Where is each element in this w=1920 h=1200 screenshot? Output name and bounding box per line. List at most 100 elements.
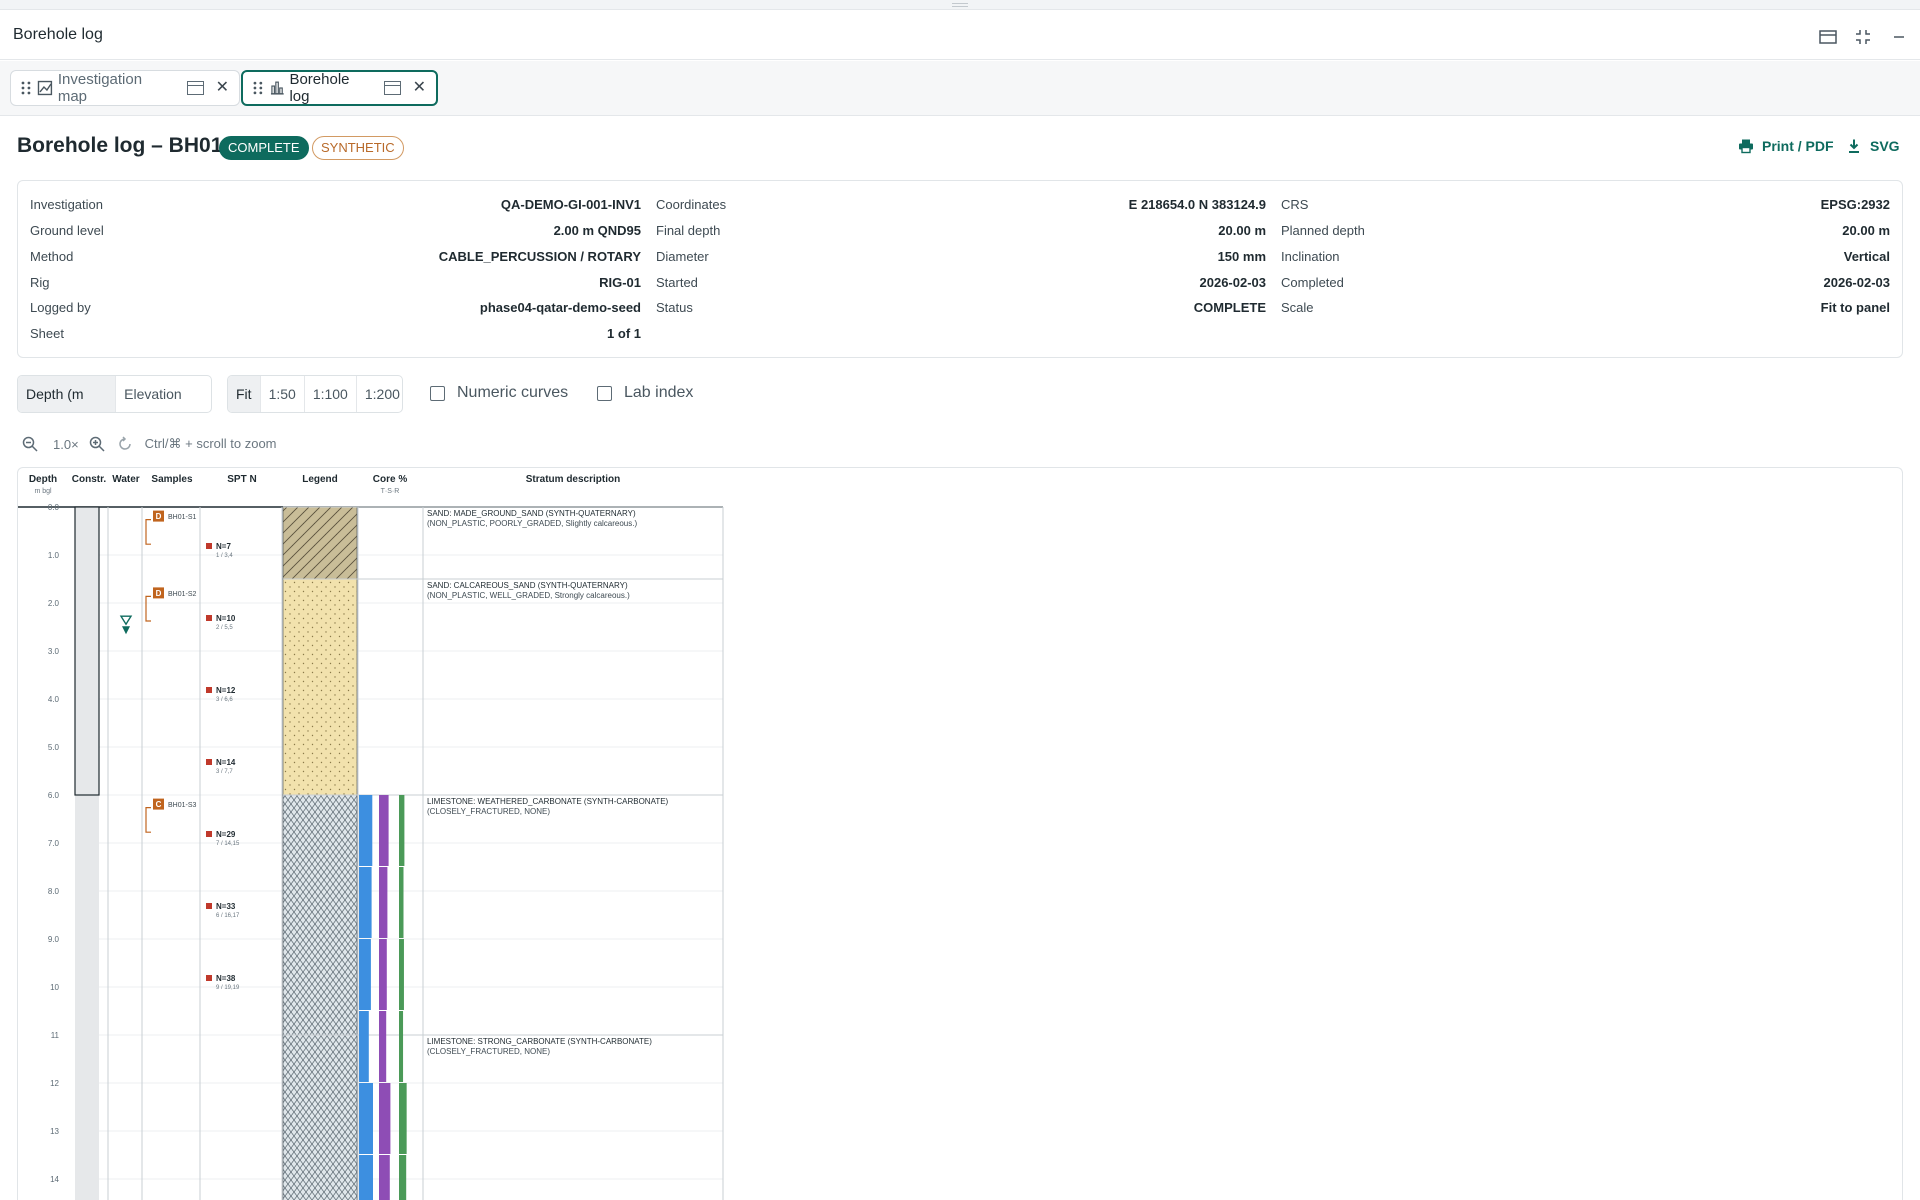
stratum-description-detail: (NON_PLASTIC, WELL_GRADED, Strongly calc… [427,591,630,600]
spt-blows-label: 9 / 19,19 [216,985,240,991]
drag-handle-icon[interactable] [21,81,31,95]
spt-blows-label: 3 / 7,7 [216,769,233,775]
numeric-curves-label: Numeric curves [457,384,569,401]
tab-label: Investigation map [57,71,143,105]
spt-marker [206,975,212,981]
depth-tick-label: 0.0 [48,503,60,512]
zoom-hint: Ctrl/⌘ + scroll to zoom [144,436,277,451]
svg-export-button[interactable]: SVG [1846,138,1900,154]
depth-tick-label: 12 [50,1079,59,1088]
rqd-bar [399,795,405,866]
print-pdf-label: Print / PDF [1762,138,1834,154]
sample-type-label: D [156,512,162,521]
tcr-bar [359,867,372,938]
lab-index-label: Lab index [624,384,694,401]
stratum-description-detail: (NON_PLASTIC, POORLY_GRADED, Slightly ca… [427,519,637,528]
meta-value: 20.00 m [1842,223,1890,238]
sample-id-label: BH01-S2 [168,591,197,598]
depth-tick-label: 9.0 [48,935,60,944]
col-header-description: Stratum description [526,474,620,485]
zoom-out-icon[interactable] [22,436,38,452]
stratum-description-detail: (CLOSELY_FRACTURED, NONE) [427,1047,550,1056]
scale-1-100-button[interactable]: 1:100 [305,376,357,412]
col-header-construction: Constr. [72,474,107,485]
borehole-log-graphic[interactable]: Depth m bgl Constr. Water Samples SPT N Legend… [18,468,1902,1200]
depth-mode-button[interactable]: Depth (m bgl) [18,376,117,412]
stratum-legend-limestone [282,1034,358,1200]
rqd-bar [399,939,404,1010]
scr-bar [379,1011,387,1082]
tcr-bar [359,1011,369,1082]
depth-tick-label: 8.0 [48,887,60,896]
spt-n-label: N=29 [216,830,236,839]
numeric-curves-checkbox[interactable]: Numeric curves [430,384,568,402]
lab-index-checkbox[interactable]: Lab index [597,384,693,402]
meta-value: E 218654.0 N 383124.9 [1128,197,1266,212]
popout-icon[interactable] [186,81,204,95]
minimize-icon[interactable] [1889,27,1909,47]
resize-grip-icon[interactable] [952,3,968,7]
zoom-toolbar: 1.0× Ctrl/⌘ + scroll to zoom [22,434,277,454]
scale-1-200-button[interactable]: 1:200 [357,376,402,412]
meta-value: 2026-02-03 [1823,275,1891,290]
reset-zoom-icon[interactable] [117,436,133,452]
zoom-in-icon[interactable] [89,436,105,452]
spt-marker [206,759,212,765]
close-tab-icon[interactable]: ✕ [216,80,229,96]
col-header-depth: Depth [29,474,57,485]
meta-value: QA-DEMO-GI-001-INV1 [500,197,641,212]
depth-tick-label: 13 [50,1127,59,1136]
depth-tick-label: 10 [50,983,59,992]
spt-n-label: N=12 [216,686,236,695]
print-pdf-button[interactable]: Print / PDF [1738,138,1834,154]
collapse-icon[interactable] [1853,27,1873,47]
svg-export-label: SVG [1870,138,1900,154]
sample-bracket [145,807,151,833]
elevation-mode-button[interactable]: Elevation (m) [116,376,211,412]
checkbox-box[interactable] [597,385,612,401]
rqd-bar [399,1011,404,1082]
depth-tick-label: 3.0 [48,647,60,656]
panel-titlebar: Borehole log [0,10,1920,60]
sample-type-label: C [156,800,162,809]
meta-value: 1 of 1 [607,326,641,341]
tab-investigation-map[interactable]: Investigation map ✕ [10,70,240,106]
sample-type-label: D [156,589,162,598]
depth-tick-label: 14 [50,1175,59,1184]
stratum-legend-made-ground [282,506,358,580]
col-header-legend: Legend [302,474,338,485]
water-level-icon [122,626,130,635]
spt-blows-label: 2 / 5,5 [216,625,233,631]
close-tab-icon[interactable]: ✕ [413,80,426,96]
meta-value: 20.00 m [1218,223,1266,238]
sample-id-label: BH01-S1 [168,514,197,521]
meta-value: 2026-02-03 [1199,275,1267,290]
spt-n-label: N=10 [216,614,236,623]
sample-id-label: BH01-S3 [168,802,197,809]
sample-bracket [145,519,151,545]
spt-marker [206,831,212,837]
scale-1-50-button[interactable]: 1:50 [261,376,305,412]
spt-n-label: N=14 [216,758,236,767]
panel-title: Borehole log [13,26,103,43]
tab-strip: Investigation map ✕ Borehole log ✕ [0,61,1920,116]
popout-icon[interactable] [383,81,401,95]
drag-handle-icon[interactable] [253,81,263,95]
checkbox-box[interactable] [430,385,445,401]
top-resize-strip[interactable] [0,0,1920,10]
depth-tick-label: 6.0 [48,791,60,800]
stratum-description: LIMESTONE: STRONG_CARBONATE (SYNTH-CARBO… [427,1037,652,1046]
spt-n-label: N=38 [216,974,236,983]
col-header-spt: SPT N [227,474,256,485]
stratum-description: SAND: MADE_GROUND_SAND (SYNTH-QUATERNARY… [427,509,636,518]
col-header-core: Core % [373,474,408,485]
meta-value: CABLE_PERCUSSION / ROTARY [438,249,641,264]
stratum-description: SAND: CALCAREOUS_SAND (SYNTH-QUATERNARY) [427,581,628,590]
panel-layout-icon[interactable] [1818,27,1838,47]
spt-marker [206,543,212,549]
depth-tick-label: 11 [51,1031,60,1040]
sample-bracket [145,595,151,622]
depth-tick-label: 1.0 [48,551,60,560]
scale-fit-button[interactable]: Fit [228,376,261,412]
tab-borehole-log[interactable]: Borehole log ✕ [241,70,438,106]
